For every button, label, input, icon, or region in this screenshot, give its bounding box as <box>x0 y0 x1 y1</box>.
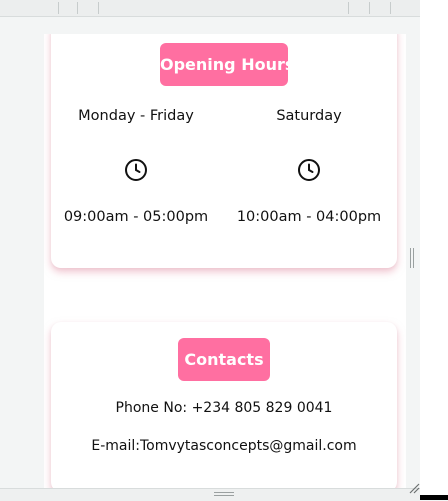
ruler-tick <box>348 2 349 14</box>
ruler-tick <box>58 2 59 14</box>
weekday-hours: 09:00am - 05:00pm <box>63 209 209 225</box>
right-scroll-track <box>420 0 448 500</box>
saturday-hours: 10:00am - 04:00pm <box>236 209 382 225</box>
opening-hours-heading: Opening Hours <box>160 43 294 86</box>
bottom-resize-bar <box>0 488 420 501</box>
viewport[interactable]: Opening Hours Monday - Friday 09:00am - … <box>0 16 420 488</box>
ruler-tick <box>77 2 78 14</box>
clock-icon <box>298 159 320 181</box>
email-address[interactable]: E-mail:Tomvytasconcepts@gmail.com <box>51 436 397 456</box>
resize-corner-icon[interactable] <box>406 480 420 494</box>
bottom-resize-handle[interactable] <box>214 492 234 497</box>
clock-icon <box>125 159 147 181</box>
window-edge <box>420 495 448 500</box>
page-content: Opening Hours Monday - Friday 09:00am - … <box>44 34 406 488</box>
phone-number[interactable]: Phone No: +234 805 829 0041 <box>51 398 397 418</box>
hours-column-saturday: Saturday 10:00am - 04:00pm <box>224 106 394 227</box>
weekday-label: Monday - Friday <box>78 108 194 124</box>
saturday-label: Saturday <box>276 108 342 124</box>
contacts-heading: Contacts <box>178 338 270 381</box>
hours-column-weekdays: Monday - Friday 09:00am - 05:00pm <box>51 106 221 227</box>
top-ruler <box>0 0 420 17</box>
opening-hours-card: Opening Hours Monday - Friday 09:00am - … <box>51 34 397 268</box>
contacts-card: Contacts Phone No: +234 805 829 0041 E-m… <box>51 322 397 488</box>
resize-grip-handle[interactable] <box>410 248 416 268</box>
ruler-tick <box>390 2 391 14</box>
ruler-tick <box>98 2 99 14</box>
ruler-tick <box>369 2 370 14</box>
